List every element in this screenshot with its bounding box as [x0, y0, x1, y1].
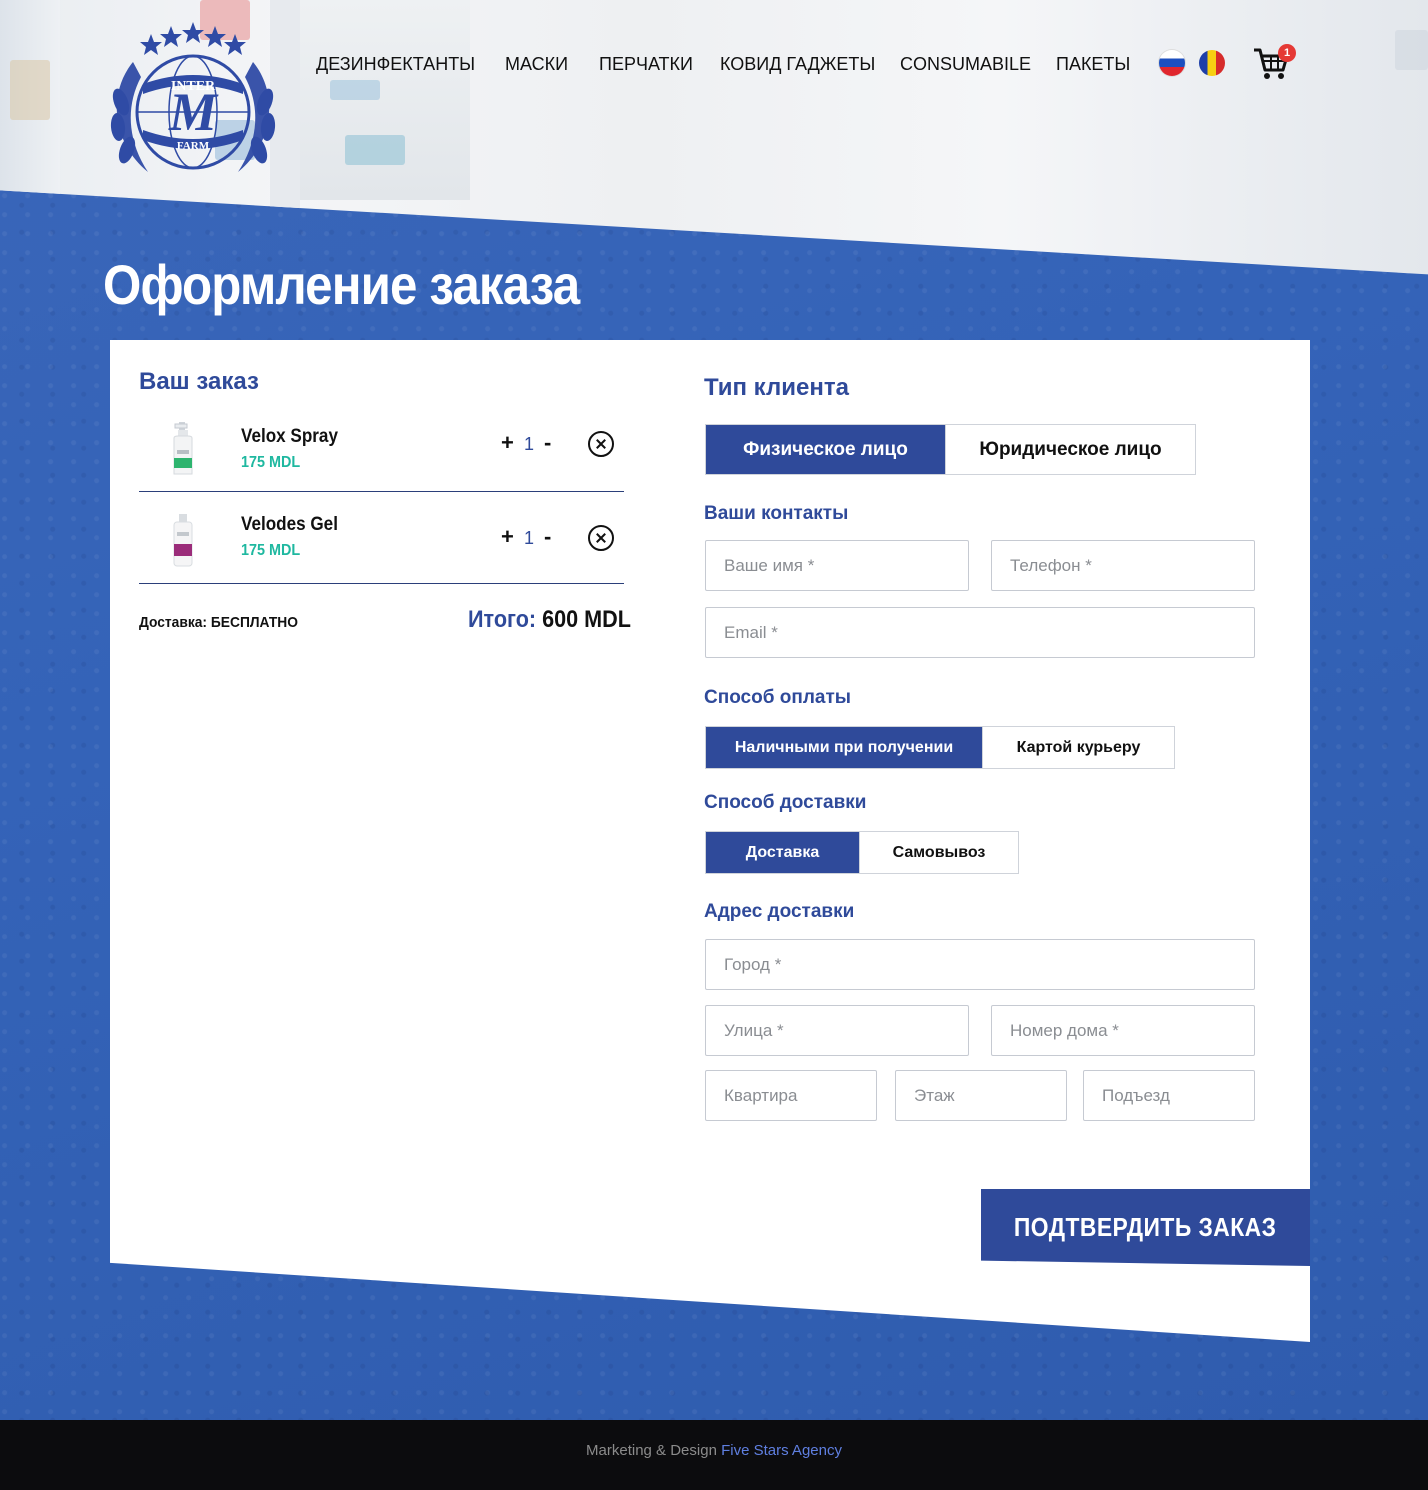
logo-letter: M [168, 82, 219, 142]
street-field[interactable] [705, 1005, 969, 1056]
nav-item-packages[interactable]: ПАКЕТЫ [1056, 54, 1130, 75]
contacts-title: Ваши контакты [704, 503, 849, 524]
order-item: Velodes Gel 175 MDL + 1 - [139, 504, 624, 584]
nav-item-disinfectants[interactable]: ДЕЗИНФЕКТАНТЫ [316, 54, 475, 75]
product-image-velox-spray[interactable] [169, 420, 197, 476]
name-field[interactable] [705, 540, 969, 591]
remove-item-icon[interactable] [588, 431, 614, 457]
ro-flag-icon[interactable] [1199, 50, 1225, 76]
qty-decrease-button[interactable]: - [544, 430, 551, 456]
delivery-pickup[interactable]: Самовывоз [859, 832, 1018, 873]
order-title: Ваш заказ [139, 368, 259, 395]
client-type-title: Тип клиента [704, 374, 849, 401]
logo-bottom-text: FARM [177, 140, 210, 152]
address-title: Адрес доставки [704, 901, 855, 922]
product-name[interactable]: Velox Spray [241, 426, 338, 448]
product-image-velodes-gel[interactable] [169, 512, 197, 568]
entrance-field[interactable] [1083, 1070, 1255, 1121]
product-price: 175 MDL [241, 454, 301, 471]
qty-increase-button[interactable]: + [501, 430, 514, 456]
confirm-order-button[interactable]: ПОДТВЕРДИТЬ ЗАКАЗ [981, 1189, 1310, 1266]
logo[interactable]: INTER M FARM [103, 22, 283, 180]
product-price: 175 MDL [241, 542, 301, 559]
total-label: Итого: [468, 606, 537, 633]
floor-field[interactable] [895, 1070, 1067, 1121]
payment-card[interactable]: Картой курьеру [982, 727, 1174, 768]
client-type-company[interactable]: Юридическое лицо [945, 425, 1195, 474]
payment-title: Способ оплаты [704, 687, 851, 708]
delivery-toggle: Доставка Самовывоз [705, 831, 1019, 874]
apartment-field[interactable] [705, 1070, 877, 1121]
order-total: Итого: 600 MDL [468, 606, 631, 634]
qty-value: 1 [524, 434, 535, 454]
qty-decrease-button[interactable]: - [544, 524, 551, 550]
client-type-individual[interactable]: Физическое лицо [706, 425, 945, 474]
nav-item-consumabile[interactable]: CONSUMABILE [900, 54, 1031, 75]
delivery-courier[interactable]: Доставка [706, 832, 859, 873]
qty-increase-button[interactable]: + [501, 524, 514, 550]
footer-text: Marketing & Design [586, 1442, 722, 1459]
delivery-value: БЕСПЛАТНО [210, 614, 298, 631]
total-value: 600 MDL [542, 606, 631, 633]
nav-item-gloves[interactable]: ПЕРЧАТКИ [599, 54, 693, 75]
phone-field[interactable] [991, 540, 1255, 591]
footer-agency-link[interactable]: Five Stars Agency [721, 1442, 842, 1459]
nav-item-covid-gadgets[interactable]: КОВИД ГАДЖЕТЫ [720, 54, 875, 75]
delivery-method-title: Способ доставки [704, 792, 867, 813]
confirm-order-label: ПОДТВЕРДИТЬ ЗАКАЗ [1014, 1212, 1277, 1242]
remove-item-icon[interactable] [588, 525, 614, 551]
nav-item-masks[interactable]: МАСКИ [505, 54, 568, 75]
qty-value: 1 [524, 528, 535, 548]
city-field[interactable] [705, 939, 1255, 990]
payment-toggle: Наличными при получении Картой курьеру [705, 726, 1175, 769]
house-number-field[interactable] [991, 1005, 1255, 1056]
delivery-cost: Доставка: БЕСПЛАТНО [139, 614, 298, 631]
delivery-label: Доставка: [139, 614, 208, 631]
order-item: Velox Spray 175 MDL + 1 - [139, 412, 624, 492]
ru-flag-icon[interactable] [1159, 50, 1185, 76]
product-name[interactable]: Velodes Gel [241, 514, 338, 536]
page-title: Оформление заказа [103, 253, 580, 316]
client-type-toggle: Физическое лицо Юридическое лицо [705, 424, 1196, 475]
cart-count-badge: 1 [1278, 44, 1296, 62]
payment-cash[interactable]: Наличными при получении [706, 727, 982, 768]
email-field[interactable] [705, 607, 1255, 658]
footer: Marketing & Design Five Stars Agency [0, 1420, 1428, 1490]
